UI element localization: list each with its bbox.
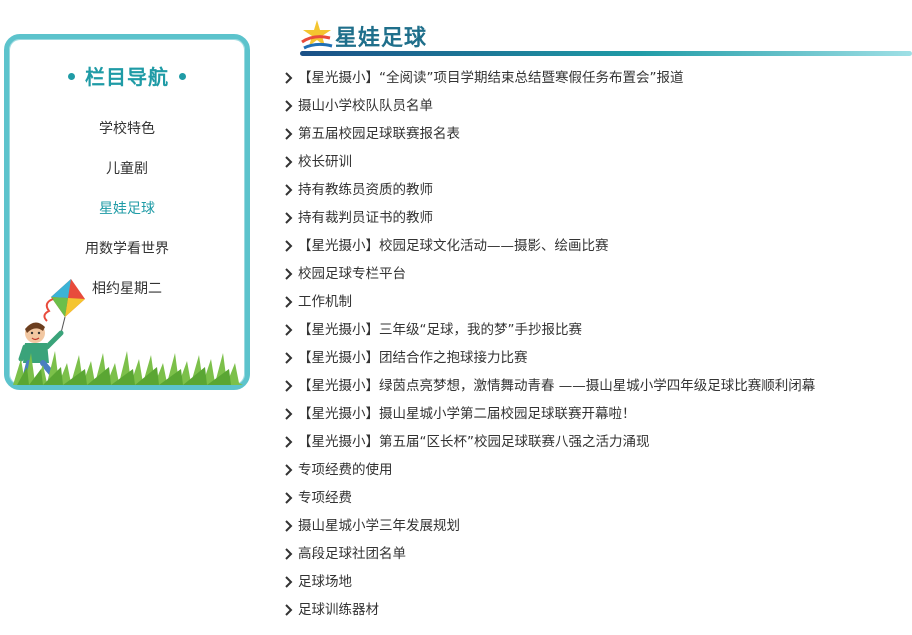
bullet-dot-icon	[68, 73, 75, 80]
list-item[interactable]: 摄山小学校队队员名单	[282, 92, 902, 120]
article-title-link[interactable]: 【星光摄小】团结合作之抱球接力比赛	[298, 344, 528, 372]
list-item[interactable]: 【星光摄小】绿茵点亮梦想，激情舞动青春 ——摄山星城小学四年级足球比赛顺利闭幕	[282, 372, 902, 400]
article-title-link[interactable]: 专项经费	[298, 484, 352, 512]
list-item[interactable]: 专项经费	[282, 484, 902, 512]
chevron-right-icon	[285, 436, 293, 448]
article-title-link[interactable]: 足球训练器材	[298, 596, 379, 624]
chevron-right-icon	[285, 128, 293, 140]
article-title-link[interactable]: 第五届校园足球联赛报名表	[298, 120, 460, 148]
list-item[interactable]: 【星光摄小】三年级“足球，我的梦”手抄报比赛	[282, 316, 902, 344]
header-divider	[300, 51, 912, 56]
chevron-right-icon	[285, 72, 293, 84]
section-header: 星娃足球	[300, 16, 912, 58]
list-item[interactable]: 足球训练器材	[282, 596, 902, 624]
article-title-link[interactable]: 【星光摄小】“全阅读”项目学期结束总结暨寒假任务布置会”报道	[298, 64, 683, 92]
chevron-right-icon	[285, 240, 293, 252]
list-item[interactable]: 校长研训	[282, 148, 902, 176]
chevron-right-icon	[285, 212, 293, 224]
article-title-link[interactable]: 【星光摄小】第五届“区长杯”校园足球联赛八强之活力涌现	[298, 428, 650, 456]
sidebar-title-text: 栏目导航	[85, 65, 169, 89]
chevron-right-icon	[285, 408, 293, 420]
article-title-link[interactable]: 校长研训	[298, 148, 352, 176]
chevron-right-icon	[285, 380, 293, 392]
article-title-link[interactable]: 持有教练员资质的教师	[298, 176, 433, 204]
list-item[interactable]: 足球场地	[282, 568, 902, 596]
article-title-link[interactable]: 足球场地	[298, 568, 352, 596]
sidebar-title: 栏目导航	[9, 61, 245, 90]
list-item[interactable]: 专项经费的使用	[282, 456, 902, 484]
bullet-dot-icon	[179, 73, 186, 80]
chevron-right-icon	[285, 156, 293, 168]
chevron-right-icon	[285, 100, 293, 112]
article-title-link[interactable]: 摄山小学校队队员名单	[298, 92, 433, 120]
chevron-right-icon	[285, 352, 293, 364]
chevron-right-icon	[285, 184, 293, 196]
chevron-right-icon	[285, 548, 293, 560]
list-item[interactable]: 持有教练员资质的教师	[282, 176, 902, 204]
boy-with-kite-illustration	[13, 279, 243, 385]
sidebar-item-3[interactable]: 星娃足球	[9, 189, 245, 229]
chevron-right-icon	[285, 492, 293, 504]
article-list: 【星光摄小】“全阅读”项目学期结束总结暨寒假任务布置会”报道 摄山小学校队队员名单…	[282, 64, 902, 624]
article-title-link[interactable]: 专项经费的使用	[298, 456, 393, 484]
list-item[interactable]: 【星光摄小】校园足球文化活动——摄影、绘画比赛	[282, 232, 902, 260]
list-item[interactable]: 持有裁判员证书的教师	[282, 204, 902, 232]
article-title-link[interactable]: 【星光摄小】绿茵点亮梦想，激情舞动青春 ——摄山星城小学四年级足球比赛顺利闭幕	[298, 372, 815, 400]
sidebar-item-1[interactable]: 学校特色	[9, 109, 245, 149]
list-item[interactable]: 第五届校园足球联赛报名表	[282, 120, 902, 148]
list-item[interactable]: 【星光摄小】摄山星城小学第二届校园足球联赛开幕啦！	[282, 400, 902, 428]
list-item[interactable]: 【星光摄小】“全阅读”项目学期结束总结暨寒假任务布置会”报道	[282, 64, 902, 92]
sidebar-nav: 栏目导航 学校特色 儿童剧 星娃足球 用数学看世界 相约星期二	[4, 34, 250, 390]
chevron-right-icon	[285, 296, 293, 308]
chevron-right-icon	[285, 576, 293, 588]
chevron-right-icon	[285, 604, 293, 616]
list-item[interactable]: 【星光摄小】团结合作之抱球接力比赛	[282, 344, 902, 372]
chevron-right-icon	[285, 268, 293, 280]
article-title-link[interactable]: 持有裁判员证书的教师	[298, 204, 433, 232]
article-title-link[interactable]: 高段足球社团名单	[298, 540, 406, 568]
article-title-link[interactable]: 校园足球专栏平台	[298, 260, 406, 288]
star-logo-icon	[301, 20, 333, 50]
chevron-right-icon	[285, 464, 293, 476]
list-item[interactable]: 工作机制	[282, 288, 902, 316]
article-title-link[interactable]: 【星光摄小】三年级“足球，我的梦”手抄报比赛	[298, 316, 582, 344]
list-item[interactable]: 校园足球专栏平台	[282, 260, 902, 288]
page-title: 星娃足球	[335, 26, 428, 51]
article-title-link[interactable]: 【星光摄小】摄山星城小学第二届校园足球联赛开幕啦！	[298, 400, 636, 428]
list-item[interactable]: 高段足球社团名单	[282, 540, 902, 568]
article-title-link[interactable]: 摄山星城小学三年发展规划	[298, 512, 460, 540]
chevron-right-icon	[285, 324, 293, 336]
chevron-right-icon	[285, 520, 293, 532]
list-item[interactable]: 摄山星城小学三年发展规划	[282, 512, 902, 540]
article-title-link[interactable]: 【星光摄小】校园足球文化活动——摄影、绘画比赛	[298, 232, 609, 260]
sidebar-item-2[interactable]: 儿童剧	[9, 149, 245, 189]
list-item[interactable]: 【星光摄小】第五届“区长杯”校园足球联赛八强之活力涌现	[282, 428, 902, 456]
article-title-link[interactable]: 工作机制	[298, 288, 352, 316]
